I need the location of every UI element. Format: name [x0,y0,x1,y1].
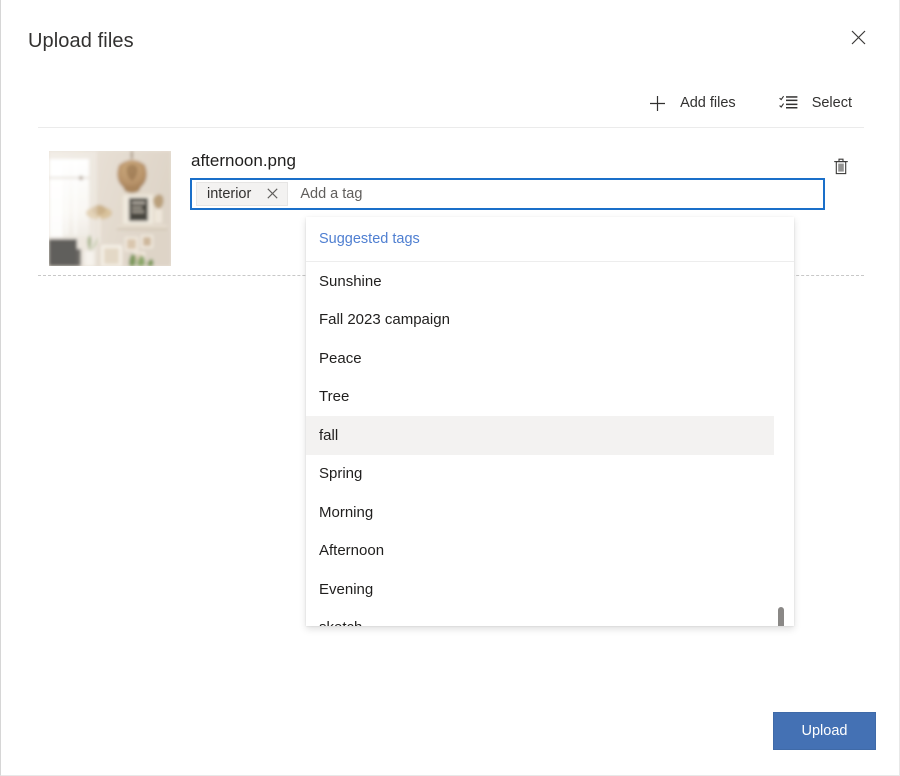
toolbar-divider [38,127,864,128]
tag-chip-label: interior [207,182,251,206]
upload-button[interactable]: Upload [773,712,876,750]
tag-search-input[interactable] [300,181,821,207]
suggestion-item[interactable]: Fall 2023 campaign [306,301,774,340]
suggested-tags-header: Suggested tags [306,217,794,262]
command-bar: Add files Select [38,84,862,122]
dropdown-scrollbar-thumb[interactable] [778,607,784,626]
add-files-button[interactable]: Add files [636,85,746,121]
page-title: Upload files [28,27,134,55]
suggestion-item[interactable]: Afternoon [306,532,774,571]
add-files-label: Add files [680,95,736,111]
suggestion-item[interactable]: sketch [306,609,774,627]
select-button[interactable]: Select [768,85,862,121]
upload-files-dialog: Upload files Add files [0,0,900,776]
select-label: Select [812,95,852,111]
tag-chip-interior[interactable]: interior [196,182,288,206]
suggestion-item[interactable]: Evening [306,570,774,609]
delete-file-button[interactable] [826,152,856,182]
checklist-icon [778,93,800,113]
suggestion-item[interactable]: Peace [306,339,774,378]
close-icon [267,187,278,202]
tag-chip-remove-button[interactable] [259,183,285,205]
suggestion-item[interactable]: fall [306,416,774,455]
close-icon [851,30,866,48]
suggestion-item[interactable]: Tree [306,378,774,417]
trash-icon [833,157,849,178]
file-thumbnail [49,151,171,266]
file-name: afternoon.png [191,150,296,172]
suggestion-item[interactable]: Sunshine [306,262,774,301]
tag-picker[interactable]: interior [190,178,825,210]
suggestion-item[interactable]: Spring [306,455,774,494]
suggested-tags-dropdown: Suggested tags Sunshine Fall 2023 campai… [306,217,794,626]
suggestion-item[interactable]: Morning [306,493,774,532]
suggested-tags-list[interactable]: Sunshine Fall 2023 campaign Peace Tree f… [306,262,794,626]
plus-icon [646,93,668,113]
close-button[interactable] [841,22,875,56]
